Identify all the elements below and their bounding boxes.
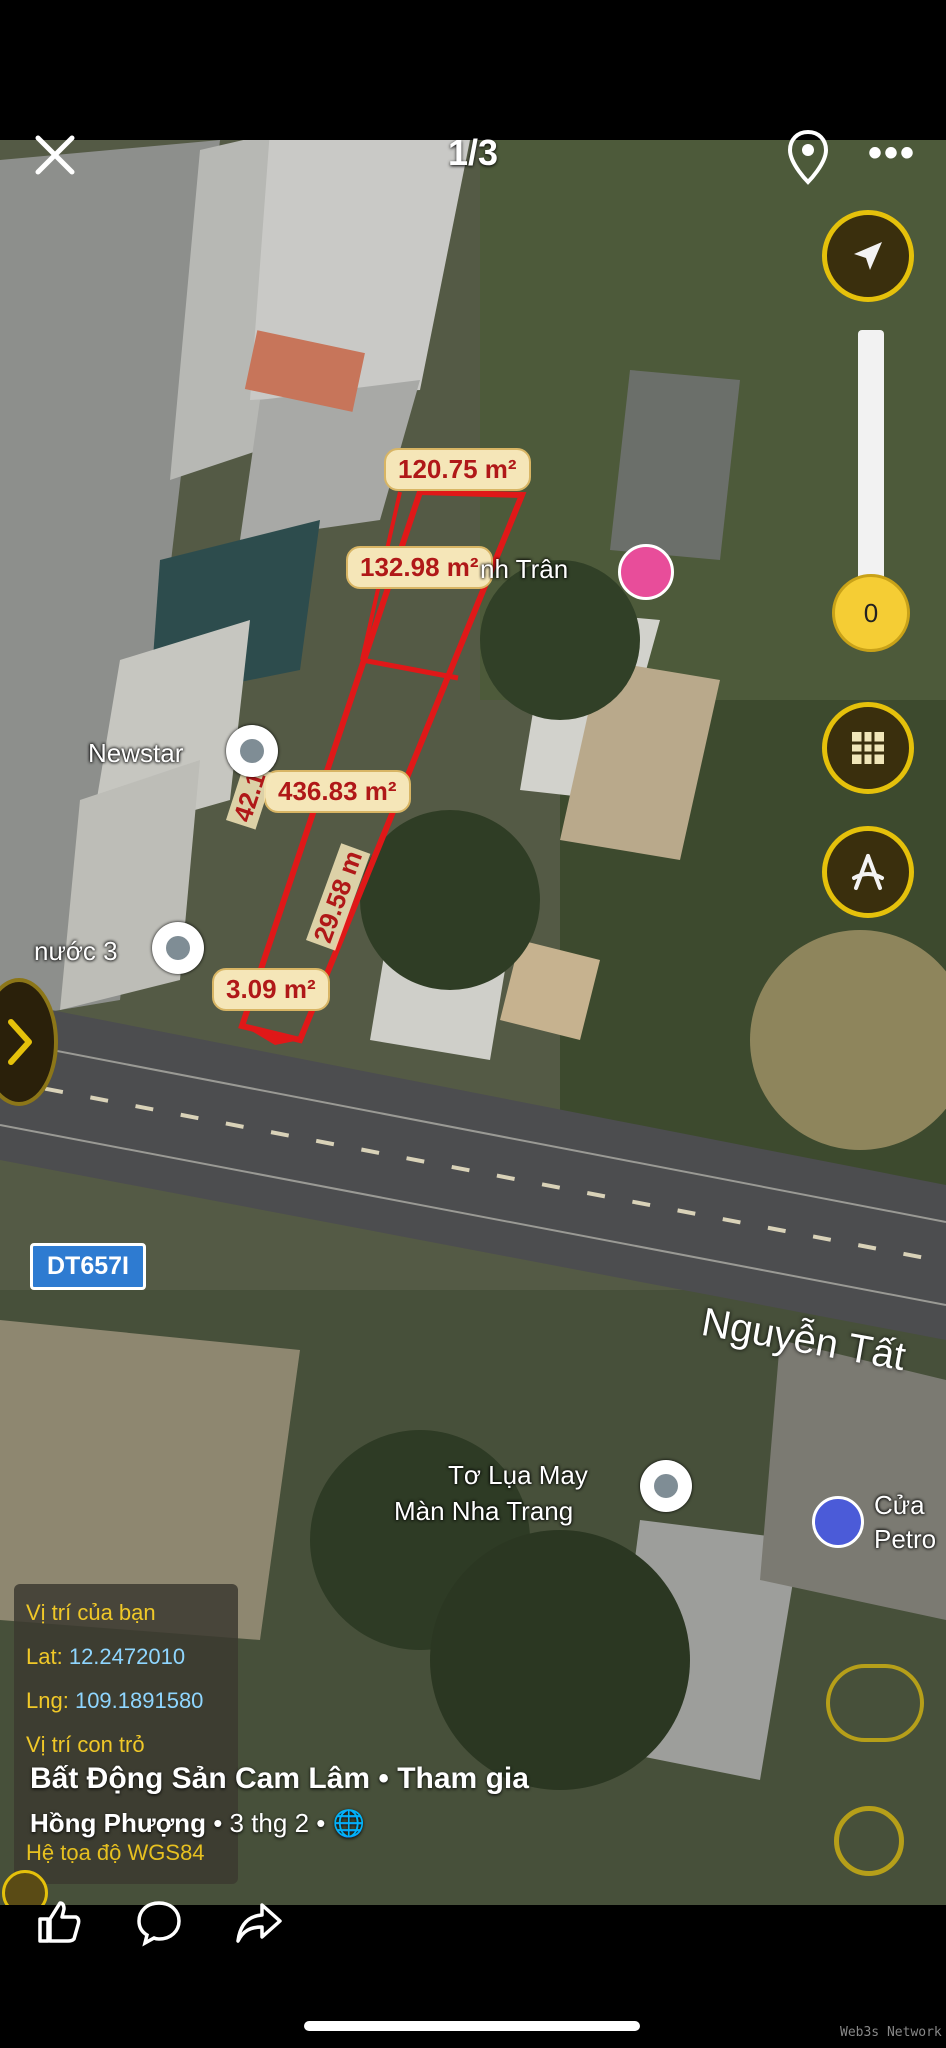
coordinate-system-label: Hệ tọa độ WGS84 — [26, 1840, 205, 1865]
like-icon[interactable] — [34, 1897, 84, 1947]
area-label-2: 132.98 m² — [346, 546, 493, 589]
poi-label-nuoc3: nước 3 — [34, 936, 118, 966]
measure-button[interactable] — [822, 826, 914, 918]
location-info-panel: Vị trí của bạn Lat: 12.2472010 Lng: 109.… — [14, 1584, 238, 1884]
compass-icon — [852, 854, 884, 890]
globe-icon: 🌐 — [332, 1808, 365, 1838]
hotel-icon[interactable] — [618, 544, 674, 600]
navigation-button[interactable] — [822, 210, 914, 302]
lat-value: 12.2472010 — [68, 1644, 186, 1669]
poi-label-silk-1: Tơ Lụa May — [448, 1460, 588, 1490]
poi-pin-newstar[interactable] — [226, 725, 278, 777]
headset-icon[interactable] — [834, 1806, 904, 1876]
pointer-location-label: Vị trí con trỏ — [26, 1732, 145, 1757]
area-label-4: 3.09 m² — [212, 968, 330, 1011]
lng-label: Lng: — [26, 1688, 69, 1713]
location-pin-icon[interactable] — [786, 128, 830, 186]
watermark: Web3s Network — [840, 2025, 942, 2040]
post-meta: Hồng Phượng • 3 thg 2 • 🌐 — [30, 1808, 365, 1838]
share-icon[interactable] — [234, 1897, 284, 1947]
poi-pin-silk[interactable] — [640, 1460, 692, 1512]
top-bar — [0, 0, 946, 140]
post-author[interactable]: Hồng Phượng — [30, 1808, 206, 1838]
poi-label-silk-2: Màn Nha Trang — [394, 1496, 574, 1526]
lat-label: Lat: — [26, 1644, 63, 1669]
zoom-slider-knob[interactable]: 0 — [832, 574, 910, 652]
comment-icon[interactable] — [134, 1897, 184, 1947]
more-options-icon[interactable]: ••• — [868, 133, 916, 173]
home-indicator[interactable] — [304, 2021, 640, 2031]
poi-label-gas-2: Petro — [874, 1524, 937, 1554]
close-icon[interactable] — [30, 130, 80, 180]
poi-pin-nuoc3[interactable] — [152, 922, 204, 974]
area-label-1: 120.75 m² — [384, 448, 531, 491]
grid-button[interactable] — [822, 702, 914, 794]
lng-value: 109.1891580 — [74, 1688, 204, 1713]
gas-station-icon[interactable] — [812, 1496, 864, 1548]
your-location-label: Vị trí của bạn — [26, 1600, 156, 1625]
poi-label-newstar: Newstar — [88, 738, 184, 768]
post-date: 3 thg 2 — [229, 1808, 310, 1838]
area-label-3: 436.83 m² — [264, 770, 411, 813]
zoom-slider-track[interactable] — [858, 330, 884, 580]
grid-icon — [852, 732, 884, 764]
poi-label-hotel: nh Trân — [480, 554, 569, 584]
navigation-arrow-icon — [854, 242, 882, 270]
post-group-title[interactable]: Bất Động Sản Cam Lâm • Tham gia — [30, 1762, 529, 1796]
road-badge: DT657I — [30, 1243, 146, 1290]
chat-icon[interactable] — [826, 1664, 924, 1742]
chevron-right-icon — [8, 1019, 32, 1065]
poi-label-gas-1: Cửa — [874, 1490, 925, 1520]
